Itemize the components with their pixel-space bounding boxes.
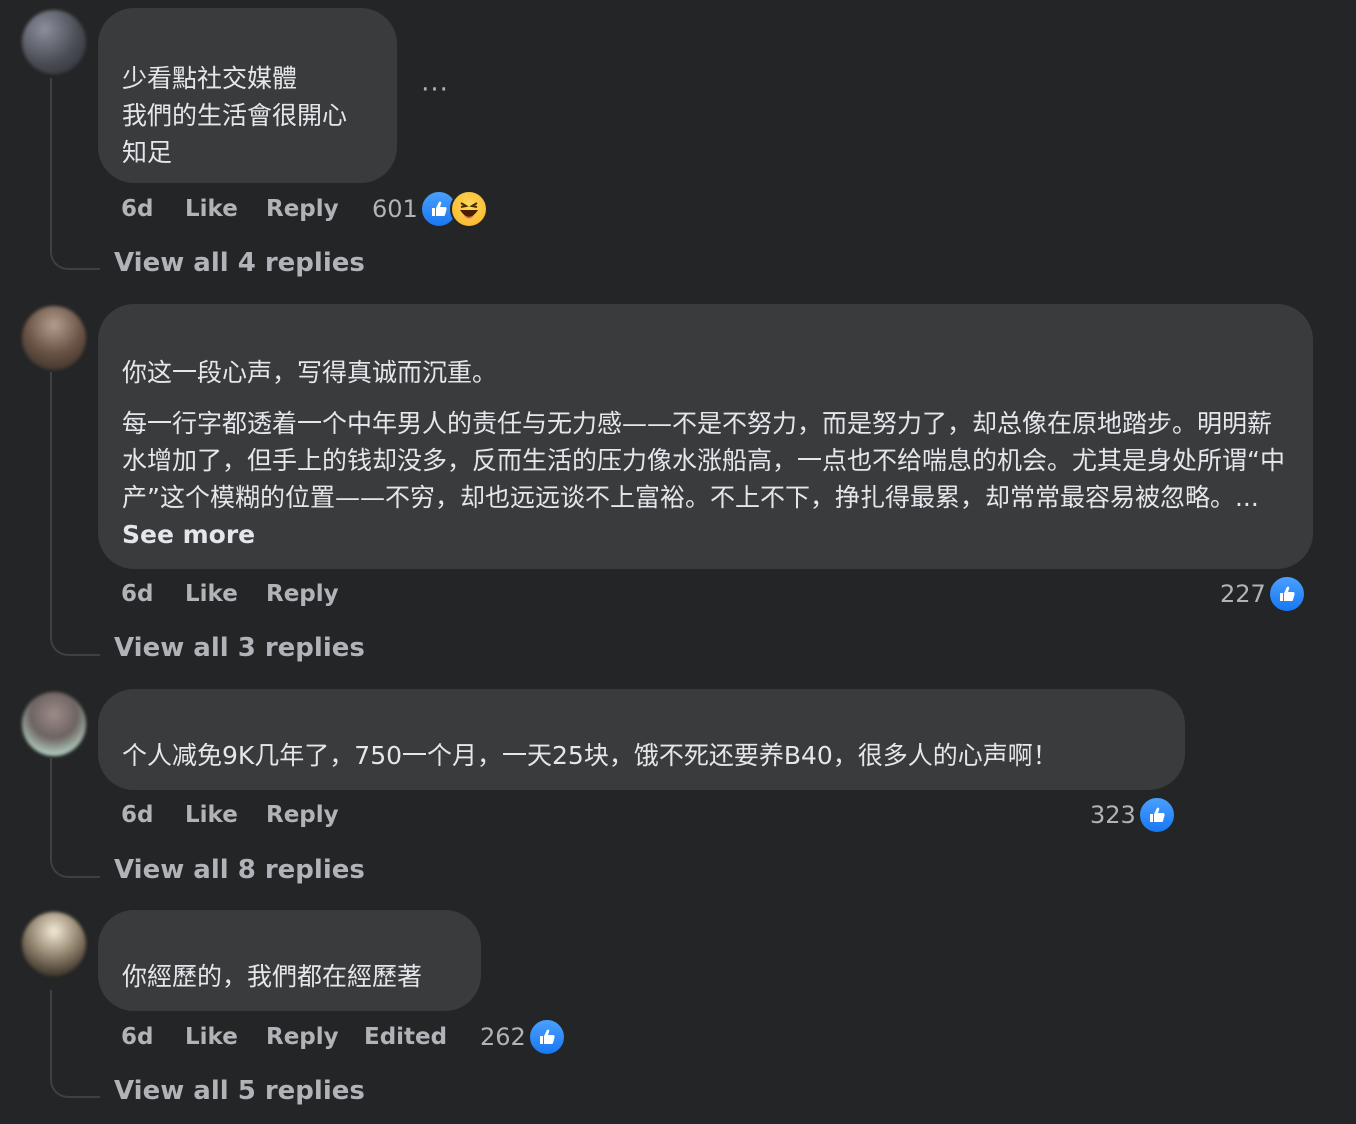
- comment-paragraph: 每一行字都透着一个中年男人的责任与无力感——不是不努力，而是努力了，却总像在原地…: [122, 405, 1289, 553]
- comment-text: 个人减免9K几年了，750一个月，一天25块，饿不死还要养B40，很多人的心声啊…: [122, 741, 1058, 770]
- like-icon: [527, 1018, 566, 1056]
- thread-line: [50, 758, 52, 856]
- comment-bubble: 个人减免9K几年了，750一个月，一天25块，饿不死还要养B40，很多人的心声啊…: [98, 689, 1185, 790]
- more-horizontal-icon[interactable]: ···: [420, 77, 450, 110]
- thread-connector: [50, 248, 100, 270]
- avatar[interactable]: [22, 306, 86, 370]
- thread-line: [50, 78, 52, 248]
- comment-text: 你經歷的，我們都在經歷著: [122, 962, 423, 991]
- view-replies-link[interactable]: View all 3 replies: [114, 633, 365, 663]
- view-replies-link[interactable]: View all 5 replies: [114, 1076, 365, 1106]
- comment-bubble: 少看點社交媒體 我們的生活會很開心 知足: [98, 8, 397, 183]
- comment-paragraph-text: 每一行字都透着一个中年男人的责任与无力感——不是不努力，而是努力了，却总像在原地…: [122, 409, 1285, 512]
- avatar[interactable]: [22, 10, 86, 74]
- reaction-summary[interactable]: 323: [1090, 795, 1176, 835]
- reaction-count: 227: [1220, 580, 1266, 608]
- reaction-count: 601: [372, 195, 418, 223]
- reaction-summary[interactable]: 262: [480, 1017, 566, 1057]
- edited-label[interactable]: Edited: [364, 1024, 447, 1050]
- like-button[interactable]: Like: [185, 581, 266, 607]
- avatar[interactable]: [22, 692, 86, 756]
- thread-line: [50, 372, 52, 634]
- thread-connector: [50, 634, 100, 656]
- reaction-summary[interactable]: 601: [372, 189, 488, 229]
- comment-timestamp[interactable]: 6d: [121, 802, 185, 828]
- like-button[interactable]: Like: [185, 1024, 266, 1050]
- comment-timestamp[interactable]: 6d: [121, 581, 185, 607]
- like-button[interactable]: Like: [185, 196, 266, 222]
- reply-button[interactable]: Reply: [266, 802, 364, 828]
- reply-button[interactable]: Reply: [266, 581, 364, 607]
- thread-connector: [50, 1076, 100, 1098]
- view-replies-link[interactable]: View all 4 replies: [114, 248, 365, 278]
- like-icon: [1267, 575, 1306, 613]
- reply-button[interactable]: Reply: [266, 1024, 364, 1050]
- comment-timestamp[interactable]: 6d: [121, 1024, 185, 1050]
- comment-timestamp[interactable]: 6d: [121, 196, 185, 222]
- thread-connector: [50, 856, 100, 878]
- avatar[interactable]: [22, 912, 86, 976]
- haha-icon: [449, 190, 488, 228]
- reply-button[interactable]: Reply: [266, 196, 364, 222]
- comment-actions: 6d Like Reply: [121, 800, 364, 830]
- reaction-count: 323: [1090, 801, 1136, 829]
- comment-actions: 6d Like Reply Edited: [121, 1022, 447, 1052]
- thread-line: [50, 990, 52, 1076]
- comment-paragraph: 你这一段心声，写得真诚而沉重。: [122, 358, 498, 387]
- see-more-link[interactable]: See more: [122, 520, 255, 549]
- comment-actions: 6d Like Reply: [121, 194, 364, 224]
- comment-text: 少看點社交媒體 我們的生活會很開心 知足: [122, 64, 348, 167]
- like-button[interactable]: Like: [185, 802, 266, 828]
- reaction-count: 262: [480, 1023, 526, 1051]
- comment-actions: 6d Like Reply: [121, 579, 364, 609]
- comment-bubble: 你这一段心声，写得真诚而沉重。 每一行字都透着一个中年男人的责任与无力感——不是…: [98, 304, 1313, 569]
- view-replies-link[interactable]: View all 8 replies: [114, 855, 365, 885]
- like-icon: [1137, 796, 1176, 834]
- reaction-summary[interactable]: 227: [1220, 574, 1306, 614]
- comment-bubble: 你經歷的，我們都在經歷著: [98, 910, 481, 1011]
